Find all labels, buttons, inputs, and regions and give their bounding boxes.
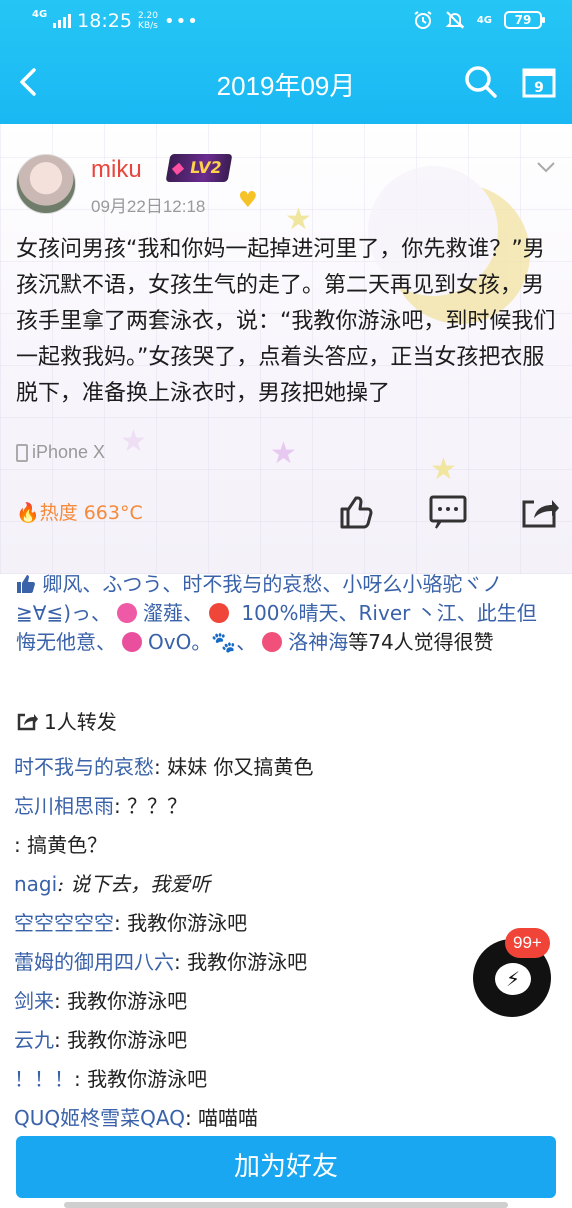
username[interactable]: miku	[91, 156, 142, 184]
mute-bell-icon	[445, 11, 465, 29]
comment-item[interactable]: ！！！: 我教你游泳吧	[14, 1060, 554, 1099]
comment-item[interactable]: 时不我与的哀愁: 妹妹 你又搞黄色	[14, 748, 554, 787]
status-bar: 4G 18:25 2.20 KB/s ••• 4G 79	[0, 0, 572, 44]
paw-icon: 🐾	[211, 630, 237, 654]
share-icon[interactable]	[520, 492, 560, 532]
comment-icon[interactable]	[428, 492, 468, 532]
location-pin-icon	[209, 603, 229, 623]
comment-item[interactable]: 云九: 我教你游泳吧	[14, 1021, 554, 1060]
comment-item[interactable]: 忘川相思雨: ？？？	[14, 787, 554, 826]
star-decoration: ★	[120, 424, 147, 459]
comment-list: 时不我与的哀愁: 妹妹 你又搞黄色 忘川相思雨: ？？？ : 搞黄色？ nagi…	[14, 748, 554, 1138]
svg-text:9: 9	[534, 80, 544, 96]
yellow-heart-icon: ♥	[238, 188, 258, 213]
user-icon	[262, 632, 283, 652]
star-decoration: ★	[430, 452, 457, 487]
heat-label: 🔥热度 663°C	[16, 502, 143, 524]
alarm-icon	[414, 11, 432, 29]
home-indicator	[64, 1202, 508, 1208]
level-badge: LV2	[165, 154, 232, 182]
post-time: 09月22日12:18	[91, 197, 206, 216]
forward-count[interactable]: 1人转发	[16, 706, 117, 735]
search-icon[interactable]	[463, 64, 499, 100]
like-thumb-icon[interactable]	[336, 492, 376, 532]
user-icon	[122, 632, 142, 652]
post-header: miku LV2 09月22日12:18 ♥	[16, 154, 556, 218]
user-icon	[117, 603, 137, 623]
chevron-down-icon[interactable]	[536, 160, 556, 174]
comment-item[interactable]: : 搞黄色？	[14, 826, 554, 865]
battery-icon: 79	[504, 11, 545, 29]
device-label: iPhone X	[16, 442, 105, 463]
comment-item[interactable]: QUQ姬柊雪菜QAQ: 喵喵喵	[14, 1099, 554, 1138]
post-body: 女孩问男孩“我和你妈一起掉进河里了，你先救谁？”男孩沉默不语，女孩生气的走了。第…	[16, 237, 556, 406]
lightning-icon: ⚡	[506, 967, 521, 991]
comment-item[interactable]: 空空空空空: 我教你游泳吧	[14, 904, 554, 943]
phone-icon	[16, 443, 28, 462]
avatar[interactable]	[16, 154, 76, 214]
calendar-icon[interactable]: 9	[522, 66, 556, 98]
more-notifications-icon: •••	[163, 10, 199, 32]
signal-icon	[53, 14, 72, 28]
network-speed: 2.20 KB/s	[137, 11, 158, 31]
thumb-up-icon	[17, 575, 35, 593]
network-type: 4G	[32, 9, 48, 20]
nav-bar: 2019年09月 9	[0, 56, 572, 110]
comment-item[interactable]: nagi: 说下去，我爱听	[14, 865, 554, 904]
add-friend-button[interactable]: 加为好友	[16, 1136, 556, 1198]
post-detail: ★ ★ ★ ★ miku LV2 09月22日12:18 ♥ 女孩问男孩“我和你…	[0, 124, 572, 1208]
star-decoration: ★	[270, 436, 297, 471]
app-header: 4G 18:25 2.20 KB/s ••• 4G 79 2019年09月 9	[0, 0, 572, 124]
status-time: 18:25	[77, 10, 132, 32]
network-type-right: 4G	[476, 14, 492, 26]
unread-badge: 99+	[505, 928, 550, 958]
likes-list[interactable]: 卿风、ふつう、时不我与的哀愁、小呀么小骆驼ヾノ≧∀≦)っ、 瀣薤、 100%晴天、…	[16, 570, 556, 657]
post-actions: 🔥热度 663°C	[0, 488, 572, 538]
forward-icon	[17, 713, 38, 730]
